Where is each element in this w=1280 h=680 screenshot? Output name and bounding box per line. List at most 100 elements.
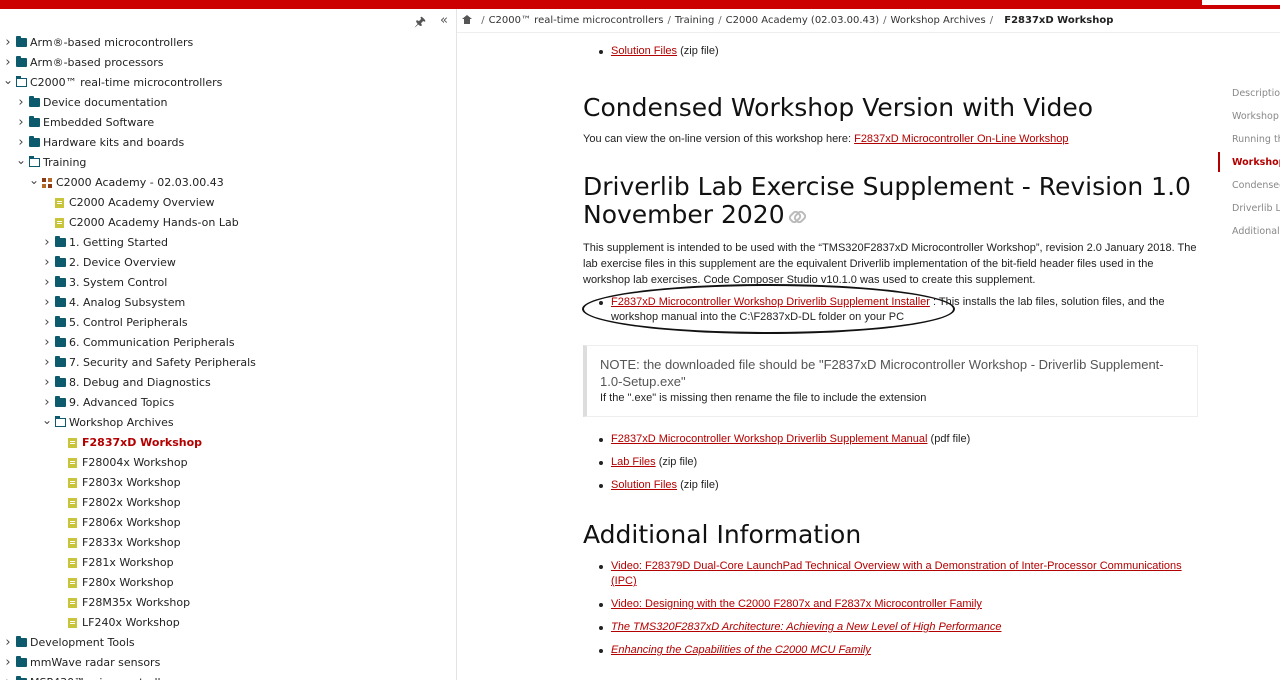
sidebar-item-c2000-academy-hands-on-lab[interactable]: C2000 Academy Hands-on Lab [0,213,456,233]
chevron-right-icon[interactable]: › [42,313,52,333]
folder-icon [16,56,27,67]
sidebar-item-label: Embedded Software [43,116,155,129]
toc-item-running-the-workshop[interactable]: Running the Workshop [1218,131,1280,154]
toc-item-additional-information[interactable]: Additional Information [1218,223,1280,245]
sidebar-item-f28m35x-workshop[interactable]: F28M35x Workshop [0,593,456,613]
sidebar-item-development-tools[interactable]: › Development Tools [0,633,456,653]
sidebar-item-f280x-workshop[interactable]: F280x Workshop [0,573,456,593]
toc-item-driverlib-lab-exercise[interactable]: Driverlib Lab Exercise [1218,200,1280,223]
sidebar-item-9-advanced-topics[interactable]: › 9. Advanced Topics [0,393,456,413]
sidebar-item-2-device-overview[interactable]: › 2. Device Overview [0,253,456,273]
sidebar-item-msp430-microcontrollers[interactable]: › MSP430™ microcontrollers [0,673,456,680]
online-workshop-link[interactable]: F2837xD Microcontroller On-Line Workshop [854,133,1068,145]
sidebar-item-arm-based-microcontrollers[interactable]: › Arm®-based microcontrollers [0,33,456,53]
sidebar-item-label: C2000 Academy Overview [69,196,215,209]
chevron-right-icon[interactable]: › [3,633,13,653]
sidebar-item-f2837xd-workshop[interactable]: F2837xD Workshop [0,433,456,453]
sidebar-item-5-control-peripherals[interactable]: › 5. Control Peripherals [0,313,456,333]
folder-icon [55,396,66,407]
sidebar-item-7-security-and-safety-peripherals[interactable]: › 7. Security and Safety Peripherals [0,353,456,373]
double-chevron-left-icon[interactable]: « [440,13,448,29]
sidebar-item-f2802x-workshop[interactable]: F2802x Workshop [0,493,456,513]
list-item: Lab Files (zip file) [599,455,1198,470]
sidebar-item-label: Training [43,156,87,169]
chevron-right-icon[interactable]: › [42,293,52,313]
breadcrumb-divider [457,32,1280,33]
additional-info-link[interactable]: Enhancing the Capabilities of the C2000 … [611,644,871,656]
search-box-edge[interactable] [1202,0,1280,5]
chevron-right-icon[interactable]: › [42,233,52,253]
sidebar-item-embedded-software[interactable]: › Embedded Software [0,113,456,133]
chevron-right-icon[interactable]: › [42,253,52,273]
link-icon[interactable] [789,211,804,221]
toc-item-workshop-contents[interactable]: Workshop Contents [1218,108,1280,131]
document-icon [68,478,77,488]
sidebar-item-f2833x-workshop[interactable]: F2833x Workshop [0,533,456,553]
section-heading-condensed: Condensed Workshop Version with Video [583,93,1094,122]
sidebar-item-4-analog-subsystem[interactable]: › 4. Analog Subsystem [0,293,456,313]
sidebar-item-c2000-real-time-microcontrollers[interactable]: ⌄ C2000™ real-time microcontrollers [0,73,456,93]
additional-info-link[interactable]: Video: Designing with the C2000 F2807x a… [611,598,982,610]
sidebar-item-f2803x-workshop[interactable]: F2803x Workshop [0,473,456,493]
list-item: Solution Files (zip file) [599,44,1198,59]
chevron-down-icon[interactable]: ⌄ [29,170,39,190]
toc-item-condensed-workshop-version[interactable]: Condensed Workshop Version [1218,177,1280,200]
pin-icon[interactable]: 🖈 [414,13,426,30]
chevron-down-icon[interactable]: ⌄ [16,150,26,170]
sidebar-item-3-system-control[interactable]: › 3. System Control [0,273,456,293]
toc-item-workshop-files[interactable]: Workshop Files [1218,152,1280,177]
chevron-right-icon[interactable]: › [42,373,52,393]
chevron-right-icon[interactable]: › [16,113,26,133]
breadcrumb-separator: / [718,15,722,26]
chevron-right-icon[interactable]: › [3,673,13,680]
sidebar-item-label: 9. Advanced Topics [69,396,175,409]
sidebar-item-1-getting-started[interactable]: › 1. Getting Started [0,233,456,253]
sidebar-item-label: F28004x Workshop [82,456,188,469]
document-icon [68,618,77,628]
toc-item-description[interactable]: Description [1218,85,1280,108]
sidebar-item-8-debug-and-diagnostics[interactable]: › 8. Debug and Diagnostics [0,373,456,393]
sidebar-item-label: LF240x Workshop [82,616,180,629]
sidebar-item-lf240x-workshop[interactable]: LF240x Workshop [0,613,456,633]
sidebar-item-c2000-academy-overview[interactable]: C2000 Academy Overview [0,193,456,213]
chevron-right-icon[interactable]: › [42,273,52,293]
folder-icon [55,336,66,347]
sidebar-item-label: C2000 Academy Hands-on Lab [69,216,239,229]
chevron-right-icon[interactable]: › [42,333,52,353]
chevron-right-icon[interactable]: › [3,33,13,53]
breadcrumb-item-c2000-academy-02-03-00-43[interactable]: C2000 Academy (02.03.00.43) [726,15,879,26]
chevron-right-icon[interactable]: › [42,353,52,373]
document-icon [68,518,77,528]
solution-files-link-top[interactable]: Solution Files [611,45,677,57]
sidebar-item-label: Device documentation [43,96,168,109]
chevron-right-icon[interactable]: › [16,93,26,113]
solution-files-link[interactable]: Solution Files [611,479,677,491]
sidebar-item-arm-based-processors[interactable]: › Arm®-based processors [0,53,456,73]
sidebar-item-f281x-workshop[interactable]: F281x Workshop [0,553,456,573]
breadcrumb-item-training[interactable]: Training [675,15,714,26]
lab-files-link[interactable]: Lab Files [611,456,656,468]
additional-info-link[interactable]: Video: F28379D Dual-Core LaunchPad Techn… [611,560,1182,587]
chevron-right-icon[interactable]: › [3,653,13,673]
sidebar-item-f28004x-workshop[interactable]: F28004x Workshop [0,453,456,473]
f2837xd-microcontroller-workshop-driverlib-supplement-manual-link[interactable]: F2837xD Microcontroller Workshop Driverl… [611,433,927,445]
sidebar-item-device-documentation[interactable]: › Device documentation [0,93,456,113]
folder-icon [29,96,40,107]
chevron-down-icon[interactable]: ⌄ [42,410,52,430]
sidebar-item-6-communication-peripherals[interactable]: › 6. Communication Peripherals [0,333,456,353]
sidebar-item-label: MSP430™ microcontrollers [30,673,178,680]
sidebar-item-f2806x-workshop[interactable]: F2806x Workshop [0,513,456,533]
document-icon [55,198,64,208]
sidebar-item-training[interactable]: ⌄ Training [0,153,456,173]
breadcrumb-item-workshop-archives[interactable]: Workshop Archives [891,15,986,26]
sidebar-item-c2000-academy-02-03-00-43[interactable]: ⌄ C2000 Academy - 02.03.00.43 [0,173,456,193]
sidebar-item-hardware-kits-and-boards[interactable]: › Hardware kits and boards [0,133,456,153]
sidebar-item-mmwave-radar-sensors[interactable]: › mmWave radar sensors [0,653,456,673]
sidebar-item-workshop-archives[interactable]: ⌄ Workshop Archives [0,413,456,433]
breadcrumb-item-c2000-real-time-microcontrollers[interactable]: C2000™ real-time microcontrollers [489,15,664,26]
chevron-down-icon[interactable]: ⌄ [3,70,13,90]
additional-info-link[interactable]: The TMS320F2837xD Architecture: Achievin… [611,621,1001,633]
sidebar-item-label: F28M35x Workshop [82,596,191,609]
installer-link[interactable]: F2837xD Microcontroller Workshop Driverl… [611,296,930,308]
home-icon[interactable] [462,15,472,24]
